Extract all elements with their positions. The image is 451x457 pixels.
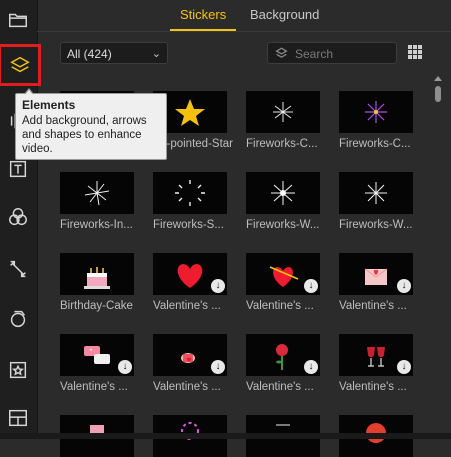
fireworks-thumbnail xyxy=(246,91,320,133)
elements-tooltip: Elements Add background, arrows and shap… xyxy=(15,88,167,160)
overlays-icon[interactable] xyxy=(3,304,33,334)
category-select[interactable]: All (424) ⌄ xyxy=(60,42,168,64)
search-box[interactable] xyxy=(267,42,397,64)
tab-divider xyxy=(37,31,451,32)
gift-thumbnail: ↓ xyxy=(153,334,227,376)
sticker-item[interactable]: ↓ Valentine's ... xyxy=(339,253,419,312)
sticker-label: Valentine's ... xyxy=(339,381,407,393)
sticker-label: Fireworks-S... xyxy=(153,219,224,231)
fireworks-thumbnail xyxy=(339,172,413,214)
download-icon[interactable]: ↓ xyxy=(211,279,225,293)
heart-arrow-thumbnail: ↓ xyxy=(246,253,320,295)
download-icon[interactable]: ↓ xyxy=(118,360,132,374)
sticker-label: Birthday-Cake xyxy=(60,300,133,312)
fireworks-thumbnail xyxy=(339,91,413,133)
sticker-label: Valentine's ... xyxy=(153,381,221,393)
sticker-item[interactable]: ↓ Valentine's ... xyxy=(339,334,419,393)
bottom-bar xyxy=(0,433,451,439)
birthday-cake-thumbnail xyxy=(60,253,134,295)
tooltip-title: Elements xyxy=(22,98,76,112)
sticker-label: Fireworks-W... xyxy=(339,219,413,231)
elements-tool-button[interactable] xyxy=(0,44,41,86)
fireworks-thumbnail xyxy=(60,172,134,214)
sticker-item[interactable]: ↓ Valentine's ... xyxy=(153,334,233,393)
filters-icon[interactable] xyxy=(3,202,33,232)
scrollbar[interactable] xyxy=(433,76,443,439)
sticker-item[interactable]: ↓ Valentine's ... xyxy=(246,253,326,312)
sticker-label: Fireworks-W... xyxy=(246,219,320,231)
layout-icon[interactable] xyxy=(3,403,33,433)
heart-thumbnail: ↓ xyxy=(153,253,227,295)
left-toolbar xyxy=(0,0,41,439)
sticker-label: Fireworks-In... xyxy=(60,219,133,231)
wine-glasses-thumbnail: ↓ xyxy=(339,334,413,376)
sticker-label: Valentine's ... xyxy=(153,300,221,312)
fireworks-thumbnail xyxy=(246,172,320,214)
sticker-label: Valentine's ... xyxy=(246,381,314,393)
search-icon xyxy=(275,47,288,58)
envelope-thumbnail: ↓ xyxy=(339,253,413,295)
download-icon[interactable]: ↓ xyxy=(211,360,225,374)
scroll-up-arrow-icon[interactable] xyxy=(434,76,442,81)
transitions-icon[interactable] xyxy=(3,254,33,284)
rose-thumbnail: ↓ xyxy=(246,334,320,376)
layers-icon xyxy=(9,56,30,73)
sticker-label: Fireworks-C... xyxy=(246,138,318,150)
category-select-value: All (424) xyxy=(67,47,112,61)
sticker-label: Valentine's ... xyxy=(246,300,314,312)
sticker-item[interactable]: Fireworks-S... xyxy=(153,172,233,231)
sticker-item[interactable]: ↓ Valentine's ... xyxy=(246,334,326,393)
search-input[interactable] xyxy=(293,44,397,64)
grid-view-icon[interactable] xyxy=(408,45,422,59)
sticker-item[interactable]: Fireworks-W... xyxy=(246,172,326,231)
tooltip-body: Add background, arrows and shapes to enh… xyxy=(22,115,147,155)
chat-hearts-thumbnail: ↓ xyxy=(60,334,134,376)
scroll-thumb[interactable] xyxy=(435,86,441,102)
download-icon[interactable]: ↓ xyxy=(397,360,411,374)
sticker-label: Fireworks-C... xyxy=(339,138,411,150)
sticker-label: Valentine's ... xyxy=(339,300,407,312)
fireworks-thumbnail xyxy=(153,172,227,214)
download-icon[interactable]: ↓ xyxy=(397,279,411,293)
sticker-item[interactable]: Fireworks-C... xyxy=(339,91,419,150)
tab-stickers[interactable]: Stickers xyxy=(169,0,237,31)
sticker-item[interactable]: Fireworks-In... xyxy=(60,172,140,231)
chevron-down-icon: ⌄ xyxy=(151,48,161,60)
sticker-item[interactable]: Birthday-Cake xyxy=(60,253,140,312)
sticker-item[interactable]: ↓ Valentine's ... xyxy=(60,334,140,393)
sticker-item[interactable]: ↓ Valentine's ... xyxy=(153,253,233,312)
download-icon[interactable]: ↓ xyxy=(304,360,318,374)
sticker-item[interactable]: Fireworks-C... xyxy=(246,91,326,150)
sticker-item[interactable]: Fireworks-W... xyxy=(339,172,419,231)
download-icon[interactable]: ↓ xyxy=(304,279,318,293)
folder-icon[interactable] xyxy=(3,5,33,35)
star-frame-icon[interactable] xyxy=(3,355,33,385)
sticker-label: Valentine's ... xyxy=(60,381,128,393)
tab-background[interactable]: Background xyxy=(250,0,319,30)
